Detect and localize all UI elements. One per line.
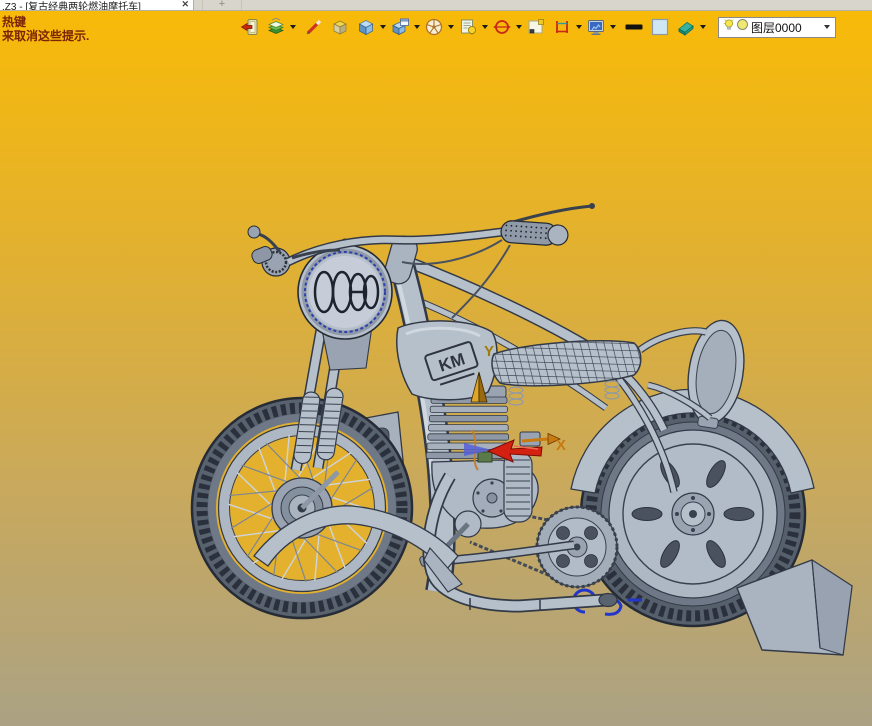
rotate-view-dropdown-arrow-icon[interactable] (514, 17, 523, 37)
finned-canister (504, 452, 532, 522)
cube-window-icon[interactable] (390, 17, 410, 37)
layer-color-icon (736, 18, 749, 36)
color-swatch-icon[interactable] (650, 17, 670, 37)
sketch-pen-icon[interactable] (304, 17, 324, 37)
line-width-icon[interactable] (624, 17, 644, 37)
display-monitor-dropdown-arrow-icon[interactable] (608, 17, 617, 37)
right-grip (500, 220, 568, 247)
measure-dropdown-arrow-icon[interactable] (574, 17, 583, 37)
hint-line-2: 来取消这些提示. (2, 29, 89, 43)
layers-dropdown-arrow-icon[interactable] (288, 17, 297, 37)
exit-icon[interactable] (240, 17, 260, 37)
cube-display-dropdown-arrow-icon[interactable] (378, 17, 387, 37)
cube-window-dropdown-arrow-icon[interactable] (412, 17, 421, 37)
rotate-view-icon[interactable] (492, 17, 512, 37)
measure-icon[interactable] (552, 17, 572, 37)
wireframe-wheel-icon[interactable] (424, 17, 444, 37)
axis-x-label: X (556, 437, 566, 454)
render-document-dropdown-arrow-icon[interactable] (480, 17, 489, 37)
layer-bulb-icon (722, 18, 736, 37)
eraser-icon[interactable] (676, 17, 696, 37)
solid-box-icon[interactable] (330, 17, 350, 37)
zw3d-window: .Z3 - [复古经典两轮燃油摩托车] ✕ + (0, 0, 872, 726)
layer-combobox-dropdown-arrow-icon[interactable] (821, 19, 833, 36)
zoom-window-icon[interactable] (526, 17, 546, 37)
viewport[interactable]: KM Y X (0, 11, 872, 726)
hint-text: 热键 来取消这些提示. (2, 15, 89, 43)
cube-display-icon[interactable] (356, 17, 376, 37)
axis-y-label: Y (484, 343, 494, 360)
layer-combobox[interactable]: 图层0000 (718, 17, 836, 38)
layers-icon[interactable] (266, 17, 286, 37)
wireframe-wheel-dropdown-arrow-icon[interactable] (446, 17, 455, 37)
eraser-dropdown-arrow-icon[interactable] (698, 17, 707, 37)
hint-line-1: 热键 (2, 15, 89, 29)
render-document-icon[interactable] (458, 17, 478, 37)
toolbar: 图层0000 (240, 15, 836, 39)
model-canvas[interactable]: KM Y X (0, 0, 872, 726)
display-monitor-icon[interactable] (586, 17, 606, 37)
layer-combobox-value: 图层0000 (749, 19, 821, 36)
